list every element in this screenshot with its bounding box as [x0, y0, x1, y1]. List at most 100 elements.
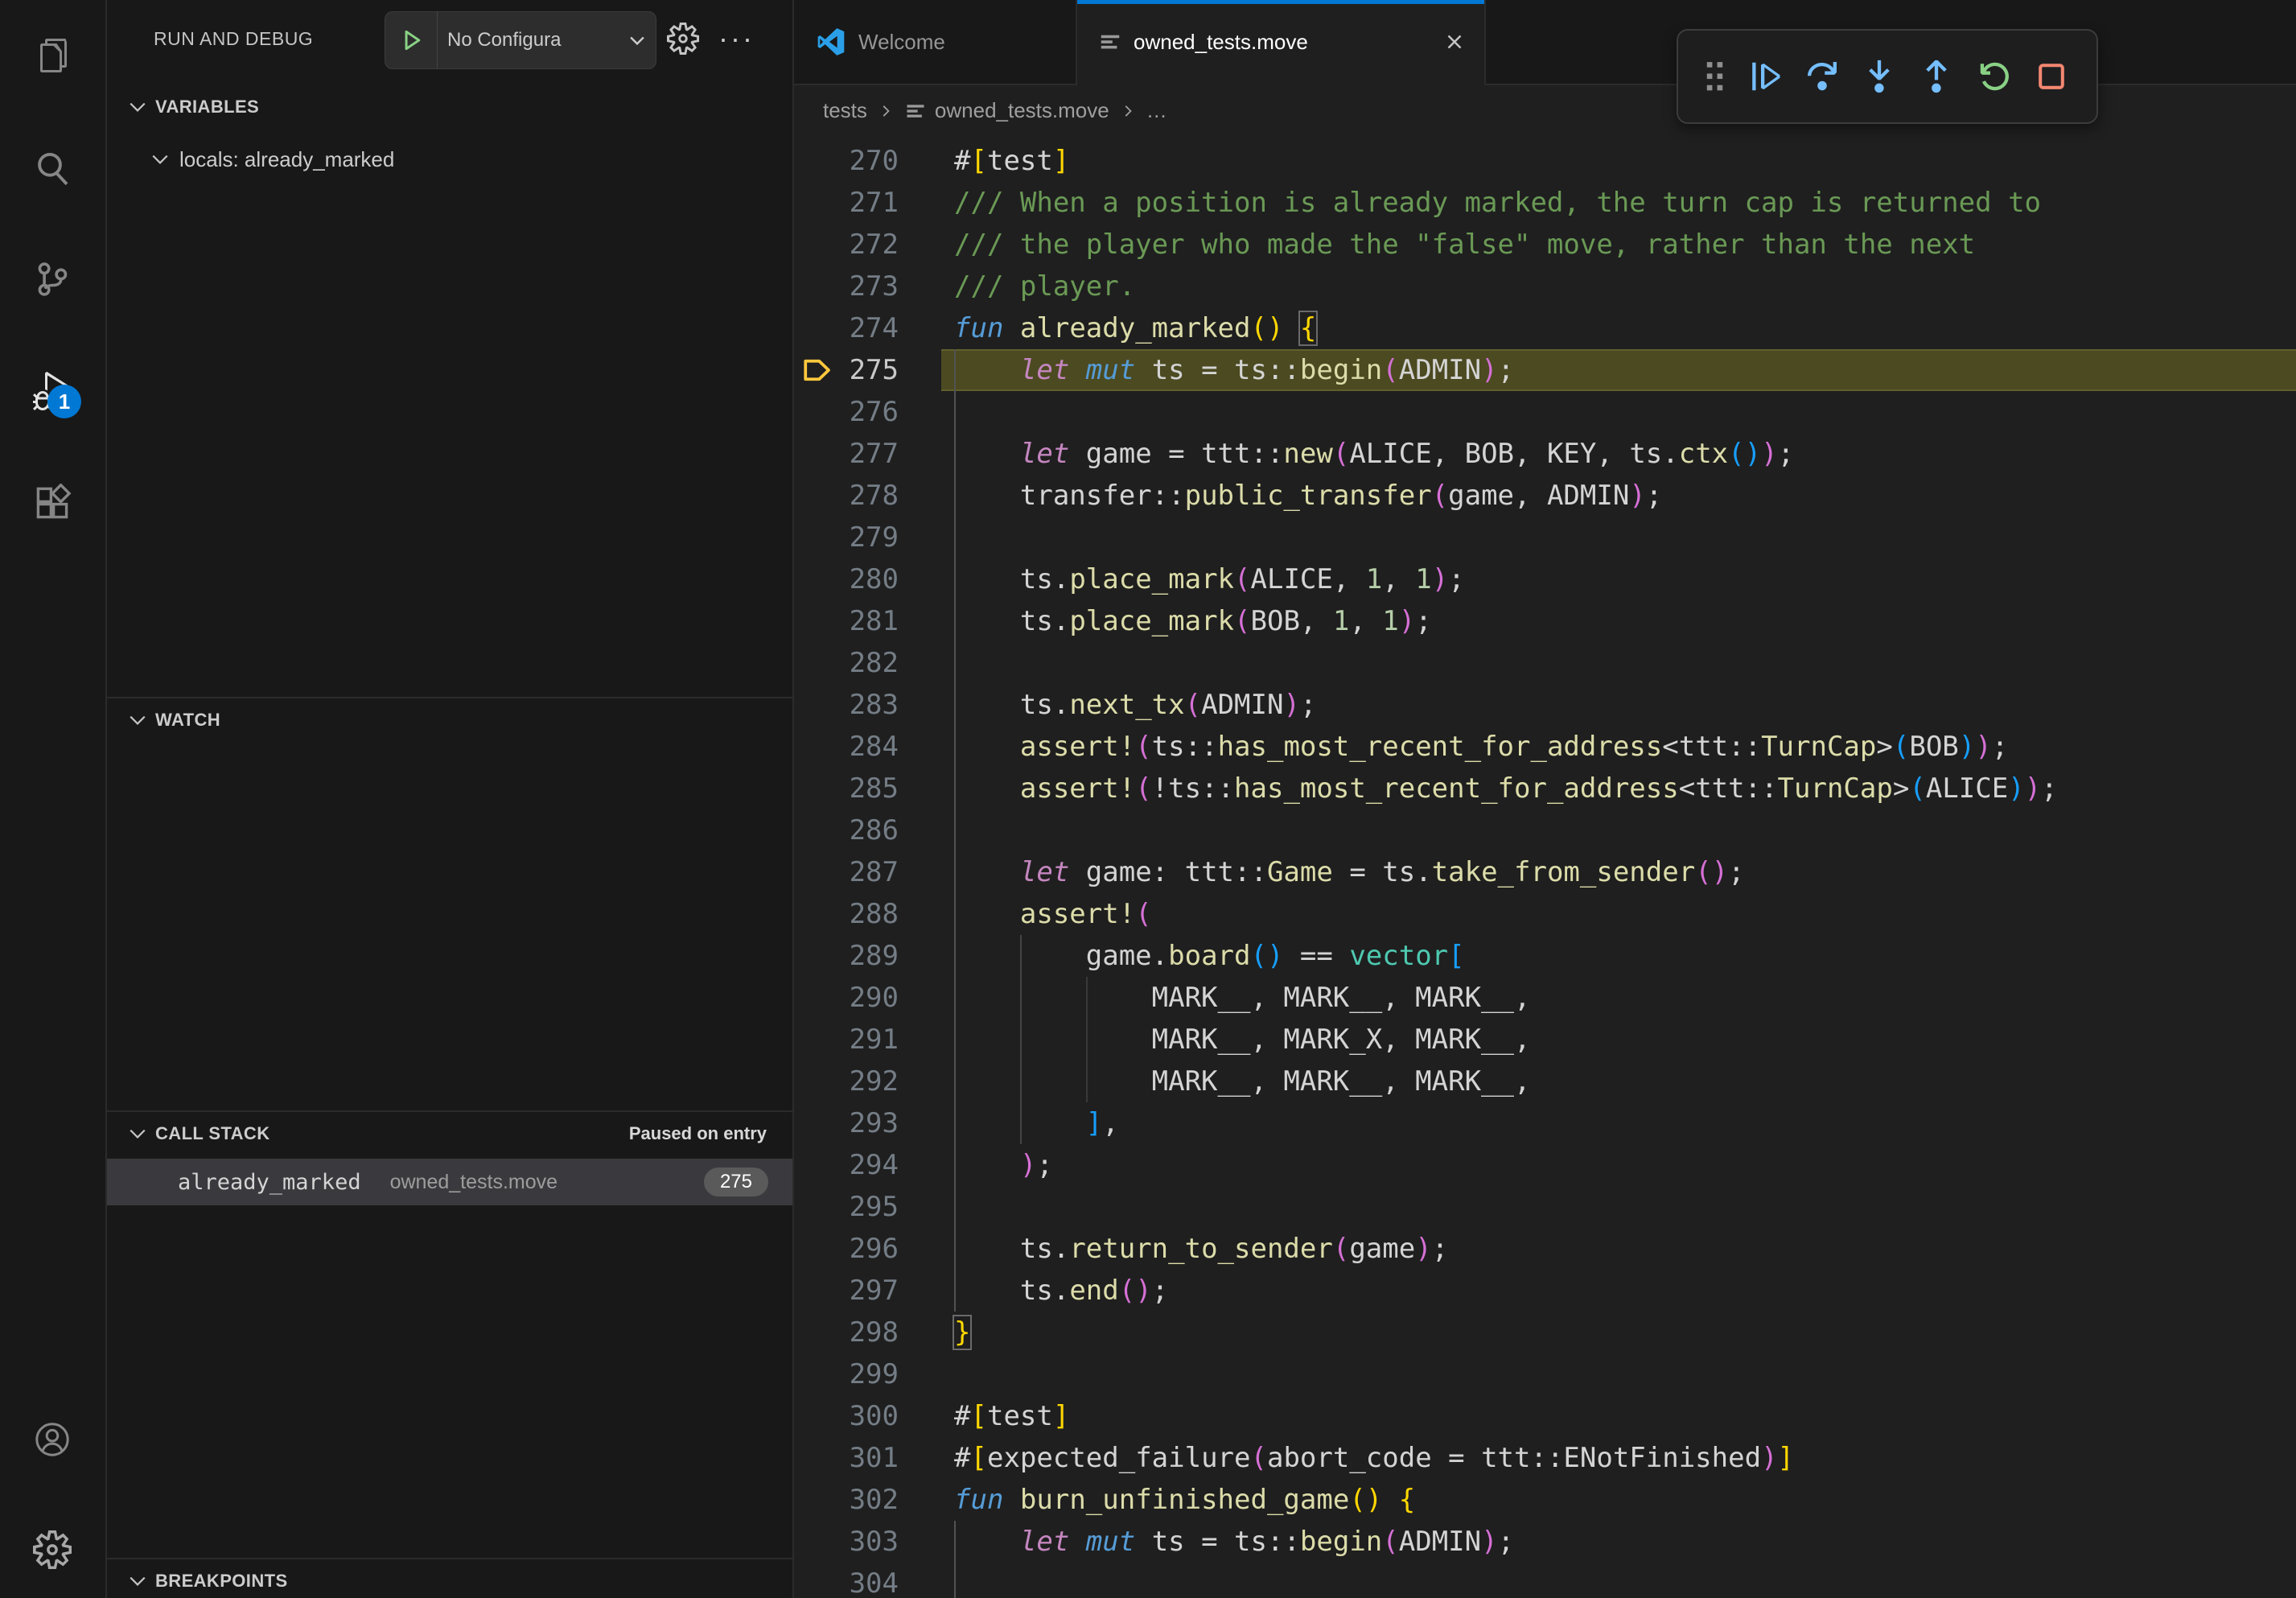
line-number[interactable]: 287 — [794, 851, 899, 893]
line-number[interactable]: 297 — [794, 1270, 899, 1312]
code-line[interactable]: 276 — [794, 391, 2296, 433]
line-number[interactable]: 296 — [794, 1228, 899, 1270]
watch-section-header[interactable]: WATCH — [107, 698, 792, 742]
extensions-icon[interactable] — [33, 484, 72, 522]
line-number[interactable]: 301 — [794, 1437, 899, 1479]
line-number[interactable]: 298 — [794, 1312, 899, 1353]
line-number[interactable]: 282 — [794, 642, 899, 684]
code-line[interactable]: 299 — [794, 1353, 2296, 1395]
line-number[interactable]: 304 — [794, 1563, 899, 1598]
line-number[interactable]: 288 — [794, 893, 899, 935]
code-line[interactable]: 272/// the player who made the "false" m… — [794, 224, 2296, 266]
code-line[interactable]: 274fun already_marked() { — [794, 307, 2296, 349]
code-line[interactable]: 300#[test] — [794, 1395, 2296, 1437]
code-line[interactable]: 294 ); — [794, 1144, 2296, 1186]
step-over-button[interactable] — [1804, 58, 1841, 95]
line-number[interactable]: 281 — [794, 600, 899, 642]
line-number[interactable]: 276 — [794, 391, 899, 433]
breadcrumb-symbol[interactable]: … — [1146, 98, 1167, 123]
code-line[interactable]: 271/// When a position is already marked… — [794, 182, 2296, 224]
code-line[interactable]: 302fun burn_unfinished_game() { — [794, 1479, 2296, 1521]
code-editor[interactable]: 270#[test]271/// When a position is alre… — [794, 136, 2296, 1598]
code-line[interactable]: 270#[test] — [794, 140, 2296, 182]
line-number[interactable]: 271 — [794, 182, 899, 224]
code-line[interactable]: 296 ts.return_to_sender(game); — [794, 1228, 2296, 1270]
code-line[interactable]: 286 — [794, 809, 2296, 851]
start-debugging-button[interactable] — [385, 12, 438, 68]
line-number[interactable]: 290 — [794, 977, 899, 1019]
code-line[interactable]: 284 assert!(ts::has_most_recent_for_addr… — [794, 726, 2296, 768]
call-stack-frame-row[interactable]: already_marked owned_tests.move 275 — [107, 1159, 792, 1205]
code-line[interactable]: 295 — [794, 1186, 2296, 1228]
step-into-button[interactable] — [1861, 58, 1898, 95]
code-line[interactable]: 292 MARK__, MARK__, MARK__, — [794, 1061, 2296, 1102]
code-line[interactable]: 282 — [794, 642, 2296, 684]
code-line[interactable]: 278 transfer::public_transfer(game, ADMI… — [794, 475, 2296, 517]
line-number[interactable]: 278 — [794, 475, 899, 517]
line-number[interactable]: 289 — [794, 935, 899, 977]
code-line[interactable]: 281 ts.place_mark(BOB, 1, 1); — [794, 600, 2296, 642]
line-number[interactable]: 270 — [794, 140, 899, 182]
step-out-button[interactable] — [1918, 58, 1955, 95]
line-number[interactable]: 299 — [794, 1353, 899, 1395]
continue-button[interactable] — [1747, 58, 1784, 95]
settings-gear-icon[interactable] — [33, 1530, 72, 1569]
debug-settings-gear-icon[interactable] — [667, 23, 699, 55]
line-number[interactable]: 285 — [794, 768, 899, 809]
drag-handle-icon[interactable] — [1705, 58, 1726, 95]
source-control-icon[interactable] — [33, 260, 72, 299]
variables-section-header[interactable]: VARIABLES — [107, 85, 792, 129]
breadcrumb-file[interactable]: owned_tests.move — [935, 98, 1109, 123]
run-and-debug-icon[interactable]: 1 — [33, 372, 72, 410]
more-actions-icon[interactable]: ··· — [718, 0, 755, 77]
account-icon[interactable] — [33, 1420, 72, 1459]
line-number[interactable]: 272 — [794, 224, 899, 266]
code-line[interactable]: 283 ts.next_tx(ADMIN); — [794, 684, 2296, 726]
code-line[interactable]: 290 MARK__, MARK__, MARK__, — [794, 977, 2296, 1019]
code-line[interactable]: 293 ], — [794, 1102, 2296, 1144]
line-number[interactable]: 279 — [794, 517, 899, 558]
code-line[interactable]: 287 let game: ttt::Game = ts.take_from_s… — [794, 851, 2296, 893]
breadcrumb-folder[interactable]: tests — [823, 98, 867, 123]
line-number[interactable]: 292 — [794, 1061, 899, 1102]
line-number[interactable]: 277 — [794, 433, 899, 475]
breakpoints-section-header[interactable]: BREAKPOINTS — [107, 1559, 792, 1598]
line-number[interactable]: 286 — [794, 809, 899, 851]
code-line[interactable]: 303 let mut ts = ts::begin(ADMIN); — [794, 1521, 2296, 1563]
code-line[interactable]: 304 — [794, 1563, 2296, 1598]
code-line[interactable]: 289 game.board() == vector[ — [794, 935, 2296, 977]
code-line[interactable]: 280 ts.place_mark(ALICE, 1, 1); — [794, 558, 2296, 600]
explorer-icon[interactable] — [33, 36, 72, 75]
restart-button[interactable] — [1976, 58, 2013, 95]
line-number[interactable]: 302 — [794, 1479, 899, 1521]
code-line[interactable]: 291 MARK__, MARK_X, MARK__, — [794, 1019, 2296, 1061]
code-line[interactable]: 273/// player. — [794, 266, 2296, 307]
variables-locals-row[interactable]: locals: already_marked — [107, 138, 792, 180]
code-line[interactable]: 288 assert!( — [794, 893, 2296, 935]
code-line[interactable]: 275 let mut ts = ts::begin(ADMIN); — [794, 349, 2296, 391]
call-stack-section-header[interactable]: CALL STACK Paused on entry — [107, 1112, 792, 1155]
line-number[interactable]: 303 — [794, 1521, 899, 1563]
line-number[interactable]: 293 — [794, 1102, 899, 1144]
line-number[interactable]: 291 — [794, 1019, 899, 1061]
line-number[interactable]: 295 — [794, 1186, 899, 1228]
stop-button[interactable] — [2033, 58, 2070, 95]
line-number[interactable]: 274 — [794, 307, 899, 349]
search-icon[interactable] — [33, 149, 72, 187]
code-line[interactable]: 279 — [794, 517, 2296, 558]
code-line[interactable]: 298} — [794, 1312, 2296, 1353]
close-icon[interactable] — [1442, 30, 1467, 54]
line-number[interactable]: 294 — [794, 1144, 899, 1186]
line-number[interactable]: 273 — [794, 266, 899, 307]
code-line[interactable]: 277 let game = ttt::new(ALICE, BOB, KEY,… — [794, 433, 2296, 475]
tab-welcome[interactable]: Welcome — [794, 0, 1077, 84]
line-number[interactable]: 300 — [794, 1395, 899, 1437]
launch-config-dropdown[interactable]: No Configura — [385, 11, 656, 69]
code-line[interactable]: 297 ts.end(); — [794, 1270, 2296, 1312]
code-line[interactable]: 301#[expected_failure(abort_code = ttt::… — [794, 1437, 2296, 1479]
line-number[interactable]: 283 — [794, 684, 899, 726]
tab-owned-tests-move[interactable]: owned_tests.move — [1077, 0, 1486, 84]
line-number[interactable]: 284 — [794, 726, 899, 768]
code-line[interactable]: 285 assert!(!ts::has_most_recent_for_add… — [794, 768, 2296, 809]
line-number[interactable]: 280 — [794, 558, 899, 600]
